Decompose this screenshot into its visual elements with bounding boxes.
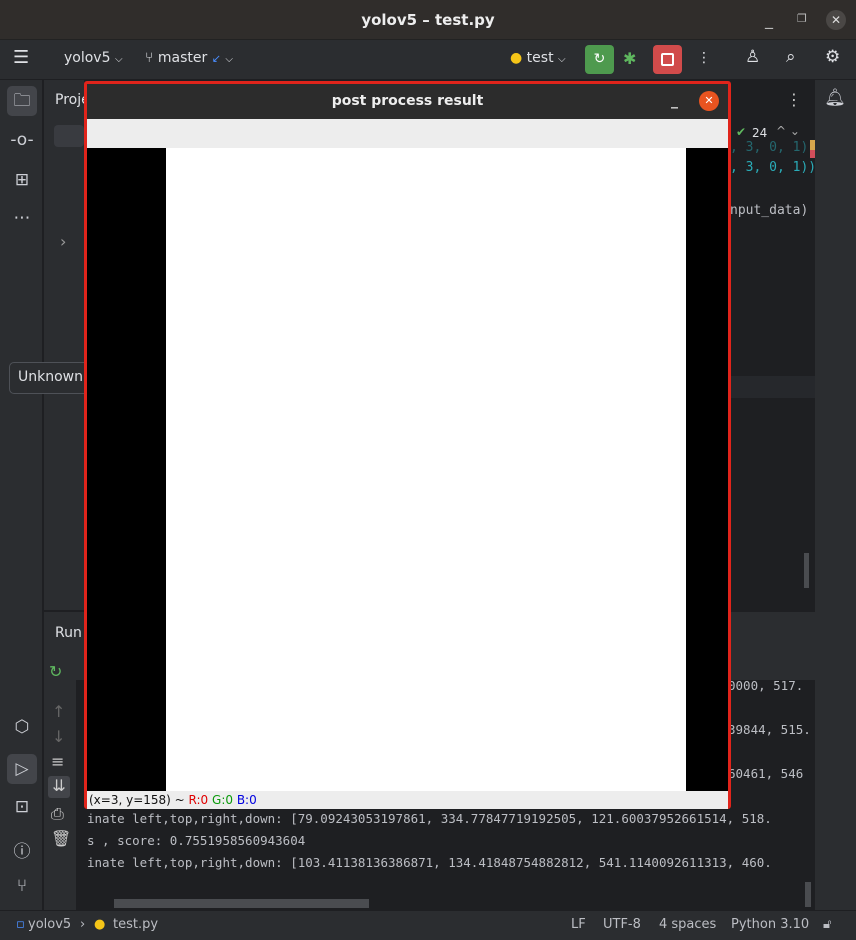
editor-scrollbar[interactable] [804,553,809,588]
branch-name: master [157,50,208,66]
pixel-info-status: (x=3, y=158) ~ R:0 G:0 B:0 [87,791,728,809]
encoding[interactable]: UTF-8 [603,917,641,932]
pixel-b: B:0 [236,793,257,807]
terminal-icon[interactable]: ⊡ [7,797,37,817]
console-line: 0000, 517. [728,678,804,693]
window-title: yolov5 – test.py [361,11,495,29]
code-line: , 3, 0, 1)) [730,160,817,175]
pixel-g: G:0 [212,793,233,807]
git-icon[interactable]: ⑂ [7,876,37,896]
commit-icon[interactable]: -o- [7,130,37,150]
services-icon[interactable]: ⬡ [7,717,37,737]
popup-minimize-button[interactable]: _ [671,84,678,119]
branch-selector[interactable]: ⑂ master ↙ ⌵ [145,50,233,66]
main-menu-icon[interactable]: ☰ [13,47,29,68]
indent[interactable]: 4 spaces [659,917,716,932]
right-tool-strip: 🔔︎ [815,80,856,910]
popup-title: post process result [331,93,484,109]
editor-more-icon[interactable]: ⋮ [786,90,802,109]
project-panel: Proje › [44,80,90,610]
console-vertical-scrollbar[interactable] [805,882,811,907]
scroll-up-icon[interactable]: ↑ [52,702,65,721]
print-icon[interactable]: ⎙ [51,804,64,824]
restore-button[interactable]: ❐ [797,12,807,25]
inspection-ok-icon: ✔ [736,125,747,139]
project-root-node[interactable] [54,125,84,147]
more-actions-icon[interactable]: ⋮ [697,50,711,66]
python-file-icon: ● [94,917,106,932]
notifications-bell-icon[interactable]: 🔔︎ [820,88,850,108]
popup-close-button[interactable]: ✕ [699,91,719,111]
status-bar: ▫ yolov5 › ● test.py LF UTF-8 4 spaces P… [0,910,856,940]
breadcrumb-file[interactable]: test.py [113,917,158,932]
scroll-to-end-icon[interactable]: ⇊ [48,776,70,798]
branch-icon: ⑂ [145,50,154,66]
popup-toolbar [87,119,728,148]
editor-area: ✔ 24 ^ ⌄ , 3, 0, 1)) , 3, 0, 1)) nput_da… [730,80,817,610]
interpreter[interactable]: Python 3.10 [731,917,809,932]
project-folder-icon[interactable]: 🗀 [7,86,37,116]
popup-titlebar: post process result _ ✕ [87,84,728,119]
console-line: s , score: 0.7551958560943604 [87,833,306,848]
inspection-count: 24 [752,126,768,140]
run-config-name: test [526,50,554,66]
soft-wrap-icon[interactable]: ≡ [51,752,64,771]
breadcrumb-separator: › [80,917,86,932]
project-selector[interactable]: yolov5 ⌵ [64,50,123,66]
settings-gear-icon[interactable]: ⚙ [825,47,840,67]
rerun-button[interactable]: ↻ [585,45,614,74]
more-tools-icon[interactable]: ⋯ [7,208,37,228]
console-line: 39844, 515. [728,722,811,737]
main-toolbar: ☰ yolov5 ⌵ ⑂ master ↙ ⌵ ● test ⌵ ↻ ✱ ⋮ ♙… [0,40,856,80]
incoming-arrow-icon: ↙ [211,52,221,65]
console-horizontal-scrollbar[interactable] [114,899,369,908]
stop-button[interactable] [653,45,682,74]
code-line: , 3, 0, 1)) [730,140,817,155]
debug-bug-icon[interactable]: ✱ [623,49,636,68]
project-name: yolov5 [64,50,111,66]
lock-icon[interactable]: 🔓︎ [823,917,831,932]
minimize-button[interactable]: _ [765,10,773,29]
run-tool-icon[interactable]: ▷ [7,754,37,784]
tooltip: Unknown [9,362,89,394]
scroll-down-icon[interactable]: ↓ [52,727,65,746]
run-panel-title: Run [55,625,82,641]
python-icon: ● [510,50,523,66]
pixel-r: R:0 [188,793,209,807]
search-icon[interactable]: ⌕ [786,47,796,67]
line-ending[interactable]: LF [571,917,586,932]
left-tool-strip: 🗀 -o- ⊞ ⋯ ⬡ ▷ ⊡ ⓘ ⑂ [0,80,43,910]
prev-highlight-icon[interactable]: ^ ⌄ [776,124,800,138]
result-image[interactable] [166,148,686,791]
run-config-selector[interactable]: ● test ⌵ [510,50,566,66]
expand-chevron-icon[interactable]: › [60,232,66,251]
console-line: inate left,top,right,down: [103.41138136… [87,855,772,870]
console-line: inate left,top,right,down: [79.092430531… [87,811,772,826]
rerun-icon[interactable]: ↻ [49,662,62,681]
trash-icon[interactable]: 🗑︎ [51,829,71,848]
code-line: nput_data) [730,203,809,218]
add-user-icon[interactable]: ♙ [745,47,760,67]
structure-icon[interactable]: ⊞ [7,170,37,190]
console-line: 60461, 546 [728,766,804,781]
post-process-result-window: post process result _ ✕ (x=3, y=158) ~ R… [84,81,731,809]
window-titlebar: yolov5 – test.py _ ❐ ✕ [0,0,856,40]
pixel-coords: (x=3, y=158) ~ [89,793,189,807]
module-icon: ▫ [16,917,25,932]
problems-icon[interactable]: ⓘ [7,837,37,862]
breadcrumb-project[interactable]: yolov5 [28,917,71,932]
close-button[interactable]: ✕ [826,10,846,30]
